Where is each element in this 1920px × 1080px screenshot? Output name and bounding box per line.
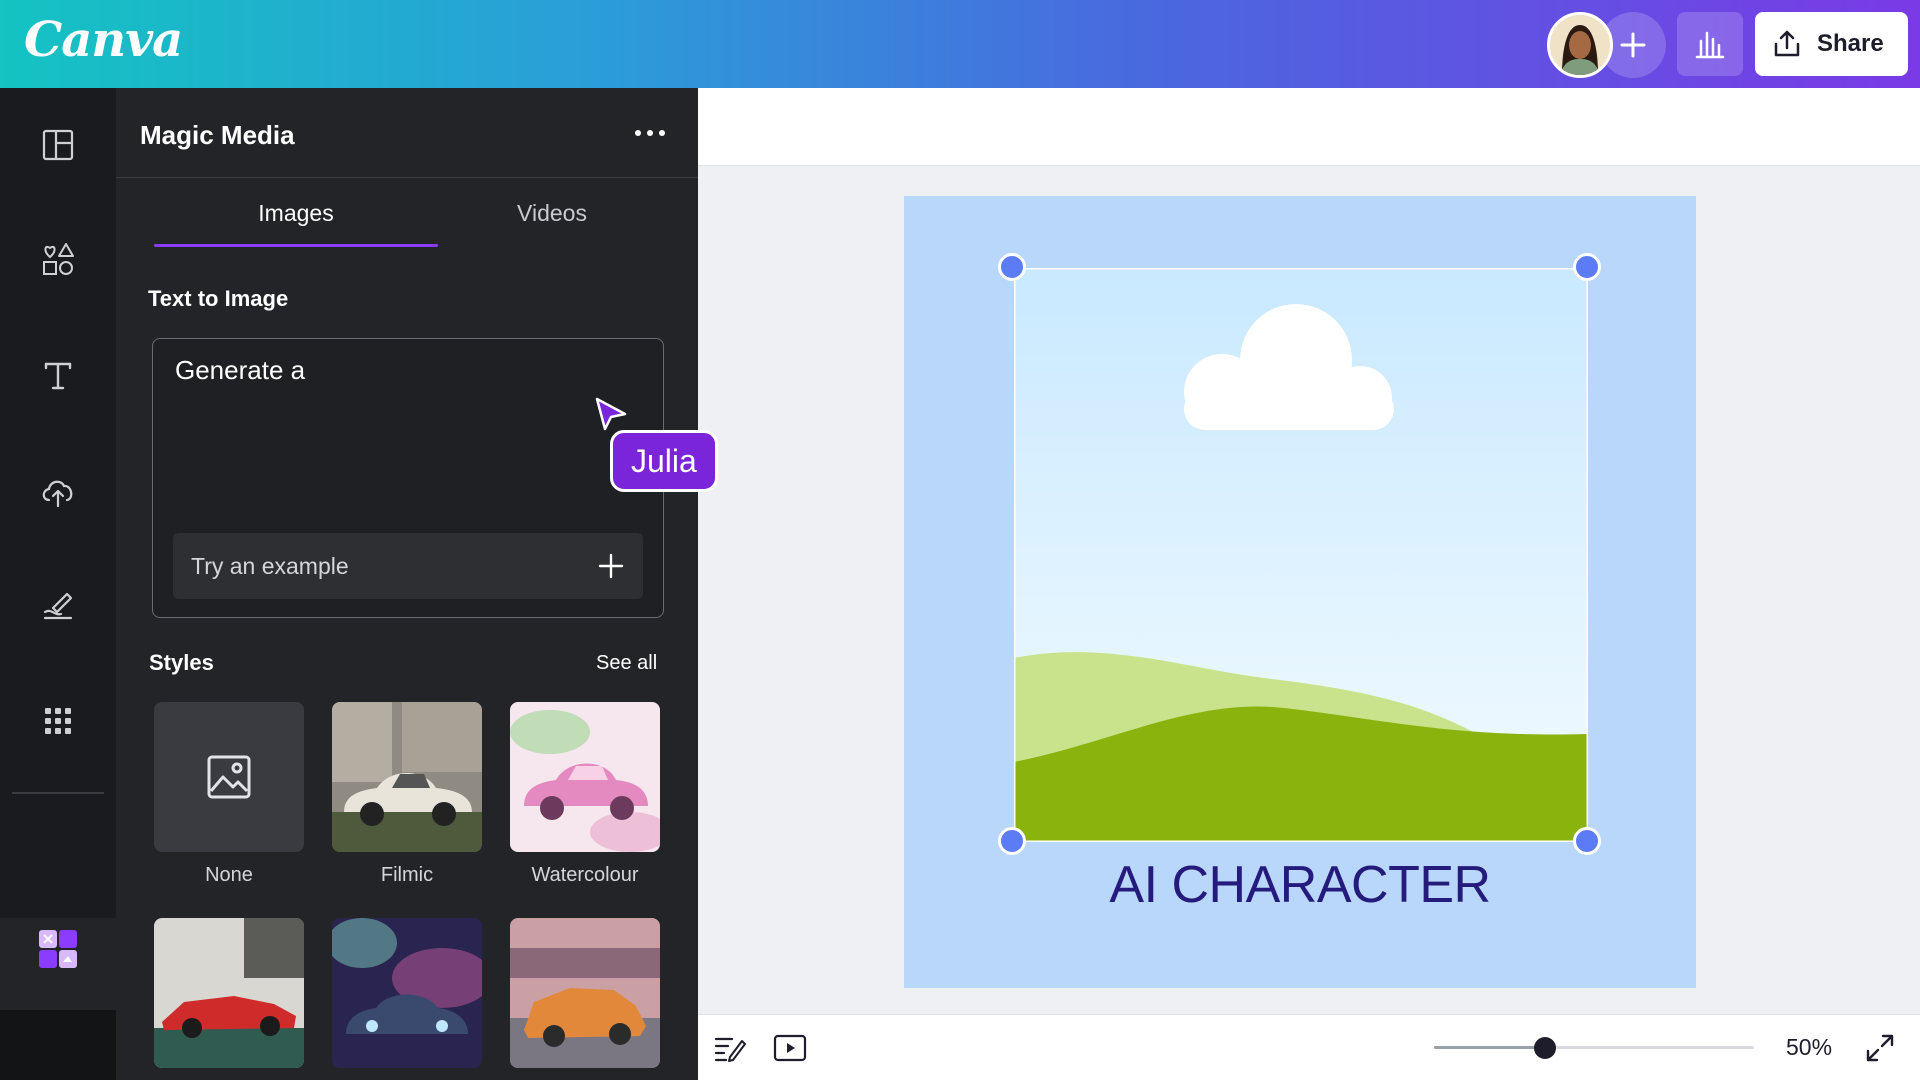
text-to-image-label: Text to Image xyxy=(148,286,289,311)
tab-videos[interactable]: Videos xyxy=(410,200,694,250)
active-tab-indicator xyxy=(154,244,438,247)
draw-pen-icon xyxy=(43,592,73,620)
rail-item-text[interactable] xyxy=(0,330,116,420)
style-thumb-watercolour xyxy=(510,702,660,852)
magic-media-panel: Magic Media Images Videos Text to Image … xyxy=(116,88,698,1080)
style-thumb-space-car xyxy=(332,918,482,1068)
style-card-6[interactable] xyxy=(510,918,660,1080)
image-placeholder-icon xyxy=(207,755,251,799)
plus-icon xyxy=(1620,32,1646,58)
selection-handle-top-right[interactable] xyxy=(1573,253,1601,281)
prompt-textarea[interactable]: Generate a Try an example xyxy=(152,338,664,618)
red-sports-car-image xyxy=(154,918,304,1068)
style-card-5[interactable] xyxy=(332,918,482,1080)
image-frame[interactable] xyxy=(1014,268,1588,842)
layout-icon xyxy=(42,129,74,161)
style-thumb-filmic xyxy=(332,702,482,852)
share-label: Share xyxy=(1817,30,1884,57)
try-example-button[interactable]: Try an example xyxy=(173,533,643,599)
insights-button[interactable] xyxy=(1677,12,1743,76)
tab-images[interactable]: Images xyxy=(154,200,438,250)
filmic-car-image xyxy=(332,702,482,852)
bar-chart-icon xyxy=(1695,31,1725,59)
avatar[interactable] xyxy=(1547,12,1613,78)
style-card-watercolour[interactable]: Watercolour xyxy=(510,702,660,887)
rail-item-magic-media[interactable] xyxy=(0,904,116,994)
share-upload-icon xyxy=(1774,30,1800,57)
prompt-text: Generate a xyxy=(175,355,306,385)
present-button[interactable] xyxy=(772,1030,808,1066)
rail-item-design[interactable] xyxy=(0,100,116,190)
style-label: Filmic xyxy=(380,864,434,886)
notes-button[interactable] xyxy=(712,1030,748,1066)
magic-media-icon xyxy=(39,930,77,968)
editor-top-strip xyxy=(698,88,1920,166)
style-card-filmic[interactable]: Filmic xyxy=(332,702,482,887)
plus-icon xyxy=(598,553,624,579)
style-card-none[interactable]: None xyxy=(154,702,304,887)
orange-car-image xyxy=(510,918,660,1068)
selection-handle-bottom-left[interactable] xyxy=(998,827,1026,855)
zoom-slider-fill xyxy=(1434,1046,1546,1049)
styles-label: Styles xyxy=(149,650,214,675)
rail-divider xyxy=(12,792,104,794)
landscape-illustration xyxy=(1014,268,1588,842)
text-icon xyxy=(44,362,72,390)
play-icon xyxy=(773,1034,807,1062)
style-thumb-none xyxy=(154,702,304,852)
user-avatar-icon xyxy=(1550,15,1610,75)
canvas-title-text[interactable]: AI CHARACTER xyxy=(904,855,1696,915)
more-dots-icon xyxy=(635,130,665,136)
upload-cloud-icon xyxy=(42,480,73,508)
style-label: None xyxy=(205,864,253,886)
top-bar: Canva Share xyxy=(0,0,1920,88)
left-icon-rail xyxy=(0,88,116,1080)
fullscreen-button[interactable] xyxy=(1862,1030,1898,1066)
canva-logo[interactable]: Canva xyxy=(24,12,183,68)
cursor-arrow-icon xyxy=(595,397,627,431)
try-example-label: Try an example xyxy=(191,552,349,579)
style-label: Watercolour xyxy=(531,864,639,886)
more-options-button[interactable] xyxy=(630,118,670,148)
rail-item-draw[interactable] xyxy=(0,560,116,650)
watercolour-car-image xyxy=(510,702,660,852)
zoom-level[interactable]: 50% xyxy=(1786,1034,1832,1061)
notes-icon xyxy=(714,1037,746,1062)
collaborator-name-tag: Julia xyxy=(610,430,718,492)
style-card-4[interactable] xyxy=(154,918,304,1080)
rail-item-elements[interactable] xyxy=(0,214,116,304)
see-all-link[interactable]: See all xyxy=(596,652,657,675)
share-button[interactable]: Share xyxy=(1755,12,1908,76)
panel-title: Magic Media xyxy=(140,120,295,150)
rail-item-apps[interactable] xyxy=(0,676,116,766)
elements-icon xyxy=(43,243,74,275)
space-car-image xyxy=(332,918,482,1068)
rail-bottom-area xyxy=(0,1010,116,1080)
selection-handle-bottom-right[interactable] xyxy=(1573,827,1601,855)
panel-divider xyxy=(116,177,698,178)
style-thumb-orange-car xyxy=(510,918,660,1068)
rail-item-uploads[interactable] xyxy=(0,446,116,536)
selection-handle-top-left[interactable] xyxy=(998,253,1026,281)
style-thumb-red-car xyxy=(154,918,304,1068)
apps-grid-icon xyxy=(45,708,71,734)
expand-icon xyxy=(1866,1034,1894,1062)
